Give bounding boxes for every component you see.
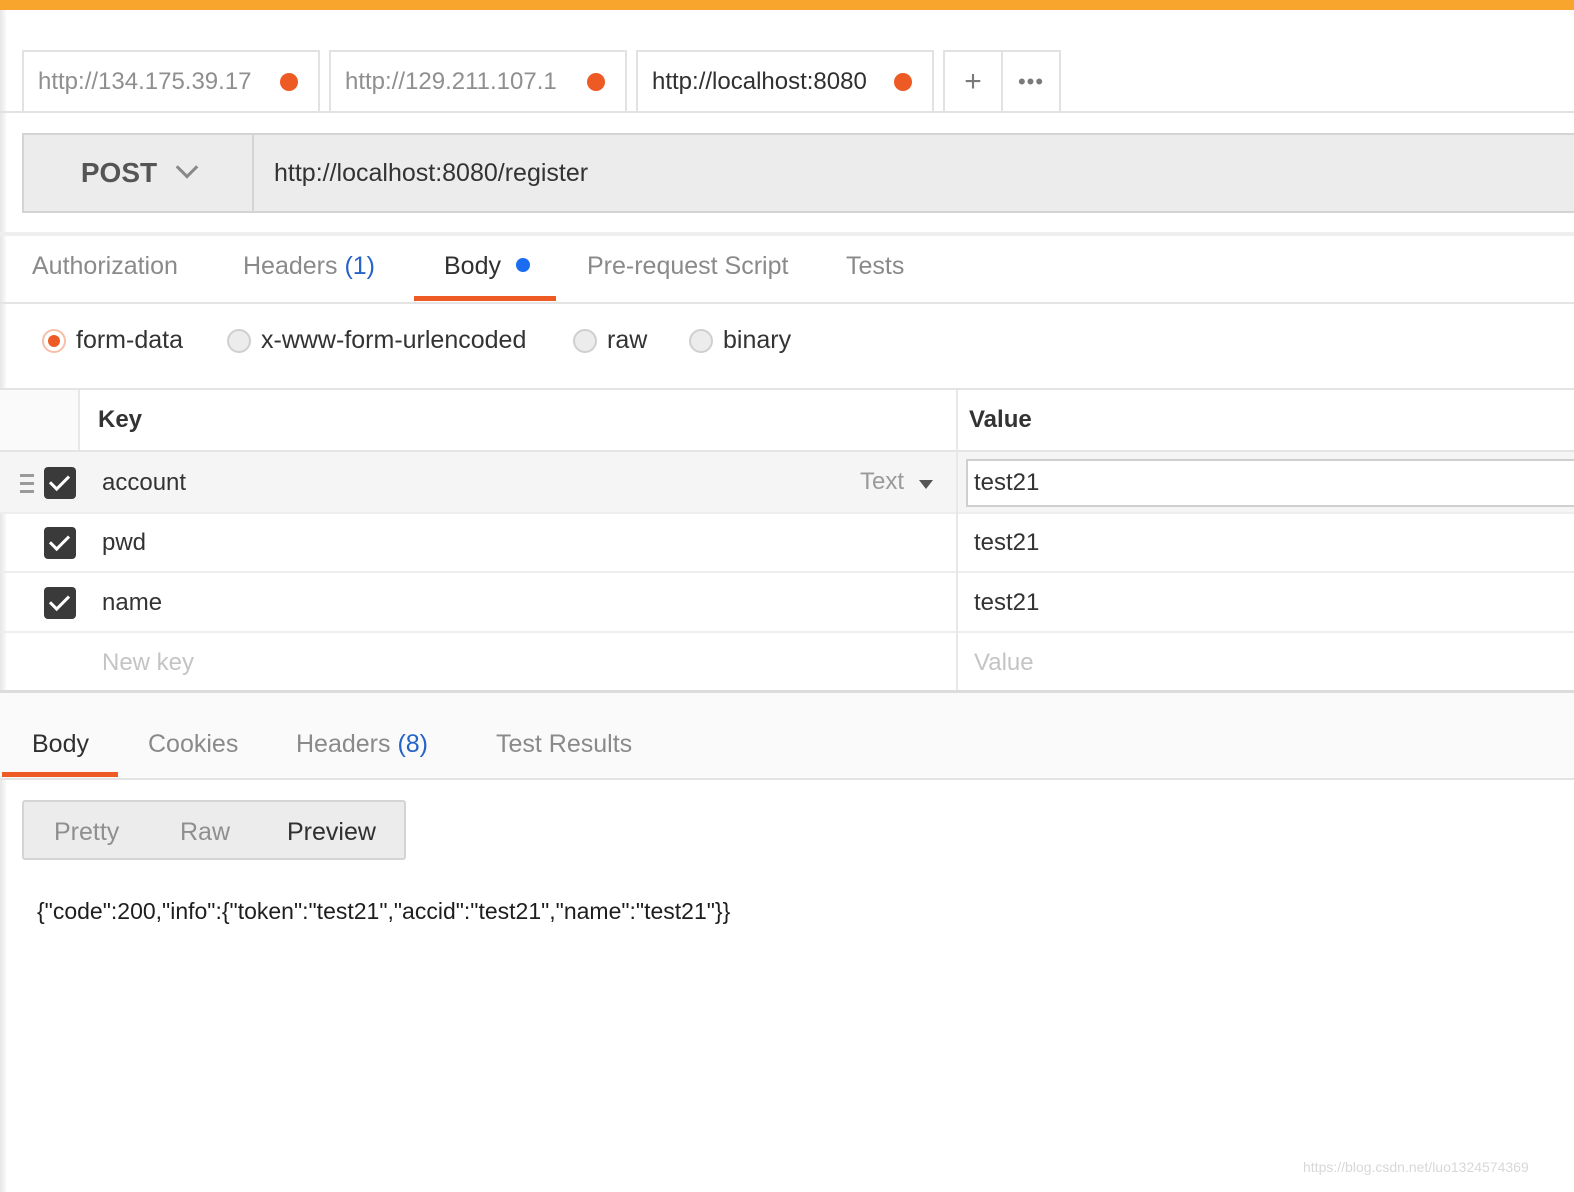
row-key[interactable]: account — [102, 469, 186, 497]
active-tab-underline — [2, 772, 118, 777]
row-value-input[interactable] — [966, 459, 1574, 507]
headers-count-badge: (1) — [344, 252, 376, 280]
radio-form-data[interactable]: form-data — [42, 326, 183, 355]
unsaved-dot-icon — [280, 73, 298, 91]
row-value[interactable]: test21 — [974, 589, 1039, 617]
radio-raw-label: raw — [607, 326, 648, 354]
tabs-divider — [0, 111, 1574, 113]
radio-urlencoded-label: x-www-form-urlencoded — [261, 326, 527, 354]
row-value[interactable]: test21 — [974, 469, 1039, 497]
watermark: https://blog.csdn.net/luo1324574369 — [1303, 1159, 1529, 1175]
request-tab-3[interactable]: http://localhost:8080 — [636, 50, 934, 112]
more-tabs-button[interactable]: ••• — [1003, 50, 1061, 112]
row-divider — [0, 571, 1574, 573]
ellipsis-icon: ••• — [1017, 69, 1045, 94]
radio-selected-icon — [42, 328, 66, 353]
response-body-text: {"code":200,"info":{"token":"test21","ac… — [37, 898, 731, 924]
chevron-down-icon — [175, 156, 199, 179]
radio-unselected-icon — [227, 328, 251, 353]
method-label: POST — [80, 157, 158, 188]
modified-dot-icon — [515, 258, 530, 273]
view-preview-button[interactable]: Preview — [287, 818, 376, 847]
new-tab-button[interactable]: + — [943, 50, 1003, 112]
response-headers-count-badge: (8) — [397, 730, 429, 758]
request-bar — [22, 133, 1574, 213]
column-divider — [956, 390, 958, 690]
row-divider — [0, 631, 1574, 633]
drag-handle-icon[interactable] — [20, 474, 34, 494]
table-gutter — [0, 390, 80, 450]
request-tabs-divider — [0, 302, 1574, 304]
plus-icon: + — [964, 65, 982, 98]
row-checkbox[interactable] — [44, 527, 76, 559]
response-tab-headers-label: Headers — [296, 730, 391, 758]
view-pretty-button[interactable]: Pretty — [54, 818, 119, 847]
tab-body[interactable]: Body — [444, 252, 530, 281]
url-input[interactable]: http://localhost:8080/register — [274, 135, 588, 211]
value-column-header: Value — [969, 406, 1032, 433]
tab-headers[interactable]: Headers (1) — [243, 252, 375, 281]
request-tab-2-label: http://129.211.107.1 — [345, 68, 557, 95]
new-key-input[interactable]: New key — [102, 649, 194, 677]
radios-divider — [0, 388, 1574, 390]
method-select[interactable]: POST — [24, 135, 254, 211]
unsaved-dot-icon — [894, 73, 912, 91]
tab-tests[interactable]: Tests — [846, 252, 904, 281]
radio-form-data-label: form-data — [76, 326, 183, 354]
request-tab-2[interactable]: http://129.211.107.1 — [329, 50, 627, 112]
row-key[interactable]: pwd — [102, 529, 146, 557]
tab-body-label: Body — [444, 252, 501, 280]
unsaved-dot-icon — [587, 73, 605, 91]
tab-headers-label: Headers — [243, 252, 338, 280]
response-tab-test-results[interactable]: Test Results — [496, 730, 632, 759]
radio-binary-label: binary — [723, 326, 792, 354]
type-select[interactable]: Text — [860, 468, 904, 496]
request-tab-3-label: http://localhost:8080 — [652, 68, 867, 95]
row-value[interactable]: test21 — [974, 529, 1039, 557]
request-tab-1[interactable]: http://134.175.39.17 — [22, 50, 320, 112]
response-tab-headers[interactable]: Headers (8) — [296, 730, 428, 759]
radio-binary[interactable]: binary — [689, 326, 791, 355]
left-edge-shadow — [0, 10, 6, 1192]
tab-prerequest-script[interactable]: Pre-request Script — [587, 252, 788, 281]
radio-unselected-icon — [573, 328, 597, 353]
request-bar-divider — [0, 232, 1574, 236]
caret-down-icon — [919, 480, 933, 489]
radio-raw[interactable]: raw — [573, 326, 647, 355]
row-divider — [0, 512, 1574, 514]
response-tabs-divider — [0, 778, 1574, 780]
top-accent-bar — [0, 0, 1574, 10]
row-checkbox[interactable] — [44, 587, 76, 619]
radio-urlencoded[interactable]: x-www-form-urlencoded — [227, 326, 526, 355]
view-raw-button[interactable]: Raw — [180, 818, 230, 847]
response-tab-body[interactable]: Body — [32, 730, 89, 759]
row-key[interactable]: name — [102, 589, 162, 617]
response-tab-cookies[interactable]: Cookies — [148, 730, 238, 759]
active-tab-underline — [414, 296, 556, 301]
key-column-header: Key — [98, 406, 143, 433]
tab-authorization[interactable]: Authorization — [32, 252, 178, 281]
request-tab-1-label: http://134.175.39.17 — [38, 68, 252, 95]
radio-unselected-icon — [689, 328, 713, 353]
row-checkbox[interactable] — [44, 467, 76, 499]
new-value-input[interactable]: Value — [974, 649, 1034, 677]
